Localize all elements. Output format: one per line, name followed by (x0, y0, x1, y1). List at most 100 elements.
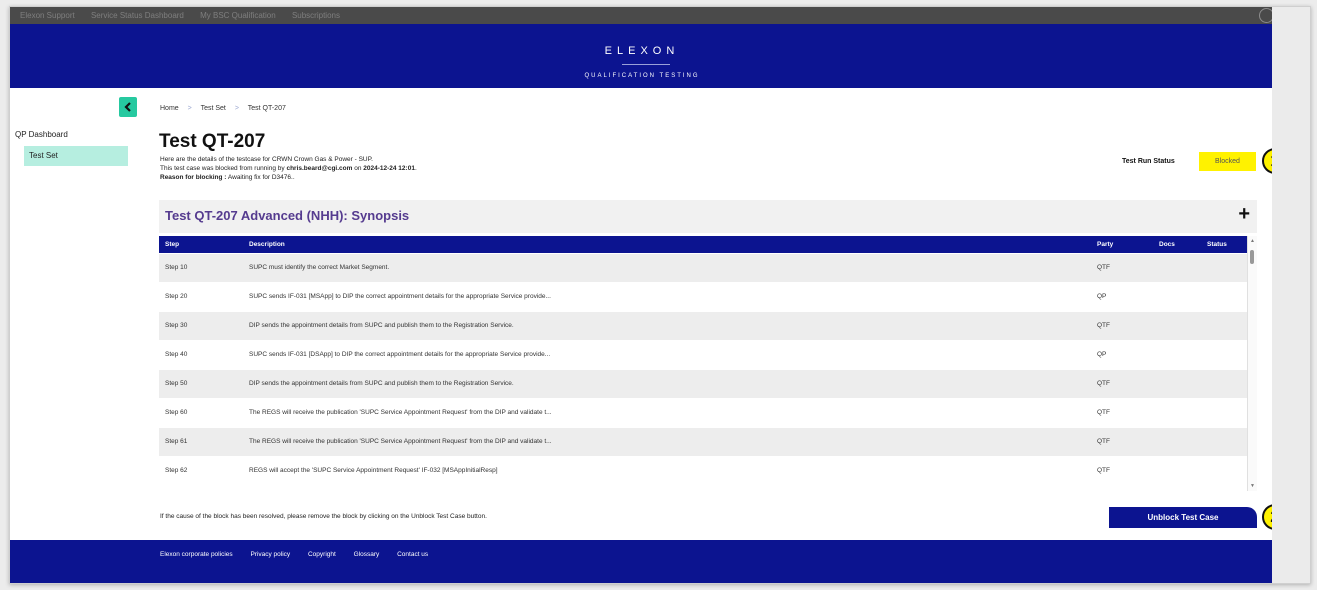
status-cell (1201, 310, 1247, 340)
description-cell: SUPC sends IF-031 [DSApp] to DIP the cor… (243, 339, 1091, 369)
blocked-punct: . (414, 165, 417, 172)
table-row[interactable]: Step 20 SUPC sends IF-031 [MSApp] to DIP… (159, 281, 1247, 311)
status-badge: Blocked (1199, 152, 1256, 171)
footer-link-privacy-policy[interactable]: Privacy policy (250, 551, 290, 558)
status-cell (1201, 397, 1247, 427)
steps-table: Step Description Party Docs Status Step … (159, 236, 1247, 485)
synopsis-panel-header[interactable]: Test QT-207 Advanced (NHH): Synopsis + (159, 200, 1257, 233)
scroll-up-icon[interactable]: ▲ (1250, 238, 1255, 244)
party-cell: QTF (1091, 252, 1153, 282)
footer-link-contact-us[interactable]: Contact us (397, 551, 428, 558)
chevron-left-icon (124, 102, 131, 112)
blocked-text: This test case was blocked from running … (160, 165, 287, 172)
step-cell: Step 62 (159, 455, 243, 485)
step-cell: Step 60 (159, 397, 243, 427)
footer-link-copyright[interactable]: Copyright (308, 551, 336, 558)
synopsis-title: Test QT-207 Advanced (NHH): Synopsis (165, 208, 410, 223)
party-name: CRWN Crown Gas & Power - SUP (272, 156, 372, 163)
party-cell: QTF (1091, 397, 1153, 427)
plus-icon[interactable]: + (1238, 203, 1250, 226)
docs-cell (1153, 455, 1201, 485)
docs-cell (1153, 339, 1201, 369)
docs-cell (1153, 368, 1201, 398)
reason-label: Reason for blocking : (160, 174, 227, 181)
breadcrumb-separator-icon: > (234, 105, 239, 112)
browser-window: Elexon Support Service Status Dashboard … (9, 6, 1311, 584)
site-footer: Elexon corporate policies Privacy policy… (10, 540, 1274, 583)
docs-cell (1153, 426, 1201, 456)
utility-bar: Elexon Support Service Status Dashboard … (10, 7, 1274, 24)
banner-subtitle: QUALIFICATION TESTING (584, 73, 700, 79)
table-row[interactable]: Step 62 REGS will accept the 'SUPC Servi… (159, 455, 1247, 485)
utility-link[interactable]: Service Status Dashboard (91, 11, 184, 20)
unblock-hint: If the cause of the block has been resol… (160, 513, 487, 520)
step-cell: Step 30 (159, 310, 243, 340)
status-cell (1201, 426, 1247, 456)
step-cell: Step 61 (159, 426, 243, 456)
party-cell: QP (1091, 281, 1153, 311)
utility-link[interactable]: My BSC Qualification (200, 11, 276, 20)
sidebar-item-test-set[interactable]: Test Set (24, 146, 128, 166)
status-cell (1201, 281, 1247, 311)
description-cell: REGS will accept the 'SUPC Service Appoi… (243, 455, 1091, 485)
blocked-on-text: on (352, 165, 364, 172)
table-scrollbar[interactable]: ▲ ▼ (1247, 236, 1257, 491)
description-cell: DIP sends the appointment details from S… (243, 368, 1091, 398)
site-banner: ELEXON QUALIFICATION TESTING (10, 24, 1274, 88)
blocked-by-user: chris.beard@cgi.com (286, 165, 353, 172)
status-cell (1201, 455, 1247, 485)
step-cell: Step 10 (159, 252, 243, 282)
description-cell: The REGS will receive the publication 'S… (243, 426, 1091, 456)
column-header-description: Description (243, 236, 1091, 253)
column-header-party: Party (1091, 236, 1153, 253)
sidebar-item-qp-dashboard[interactable]: QP Dashboard (10, 125, 114, 145)
breadcrumb-home[interactable]: Home (160, 105, 179, 112)
breadcrumb-test-set[interactable]: Test Set (201, 105, 226, 112)
utility-link[interactable]: Elexon Support (20, 11, 75, 20)
step-cell: Step 50 (159, 368, 243, 398)
scroll-down-icon[interactable]: ▼ (1250, 483, 1255, 489)
status-cell (1201, 252, 1247, 282)
block-reason: Reason for blocking : Awaiting fix for D… (160, 174, 295, 181)
details-text: Here are the details of the testcase for (160, 156, 273, 163)
party-cell: QTF (1091, 426, 1153, 456)
step-cell: Step 40 (159, 339, 243, 369)
table-row[interactable]: Step 60 The REGS will receive the public… (159, 397, 1247, 427)
breadcrumb-current: Test QT-207 (247, 105, 286, 112)
blocked-date: 2024-12-24 12:01 (363, 165, 415, 172)
description-cell: SUPC must identify the correct Market Se… (243, 252, 1091, 282)
sidebar: QP Dashboard Test Set (10, 88, 140, 540)
table-row[interactable]: Step 10 SUPC must identify the correct M… (159, 252, 1247, 282)
breadcrumb: Home > Test Set > Test QT-207 (160, 105, 286, 112)
table-row[interactable]: Step 40 SUPC sends IF-031 [DSApp] to DIP… (159, 339, 1247, 369)
utility-link[interactable]: Subscriptions (292, 11, 340, 20)
status-cell (1201, 368, 1247, 398)
details-punct: . (371, 156, 373, 163)
run-status-label: Test Run Status (1122, 158, 1175, 165)
party-cell: QTF (1091, 368, 1153, 398)
logo-divider (622, 64, 670, 65)
brand-logo[interactable]: ELEXON (10, 45, 1274, 57)
step-cell: Step 20 (159, 281, 243, 311)
table-row[interactable]: Step 61 The REGS will receive the public… (159, 426, 1247, 456)
footer-link-corporate-policies[interactable]: Elexon corporate policies (160, 551, 233, 558)
blocked-details: This test case was blocked from running … (160, 165, 417, 172)
column-header-step: Step (159, 236, 243, 253)
sidebar-collapse-button[interactable] (119, 97, 137, 117)
docs-cell (1153, 310, 1201, 340)
unblock-test-case-button[interactable]: Unblock Test Case (1109, 507, 1257, 528)
footer-link-glossary[interactable]: Glossary (354, 551, 380, 558)
footer-links: Elexon corporate policies Privacy policy… (160, 551, 444, 558)
table-header-row: Step Description Party Docs Status (159, 236, 1247, 253)
status-cell (1201, 339, 1247, 369)
page-scrollbar-track[interactable] (1272, 7, 1310, 583)
table-row[interactable]: Step 50 DIP sends the appointment detail… (159, 368, 1247, 398)
column-header-status: Status (1201, 236, 1247, 253)
party-cell: QTF (1091, 310, 1153, 340)
description-cell: SUPC sends IF-031 [MSApp] to DIP the cor… (243, 281, 1091, 311)
table-row[interactable]: Step 30 DIP sends the appointment detail… (159, 310, 1247, 340)
breadcrumb-separator-icon: > (187, 105, 192, 112)
testcase-details: Here are the details of the testcase for… (160, 156, 373, 163)
scrollbar-thumb[interactable] (1250, 250, 1254, 264)
party-cell: QP (1091, 339, 1153, 369)
